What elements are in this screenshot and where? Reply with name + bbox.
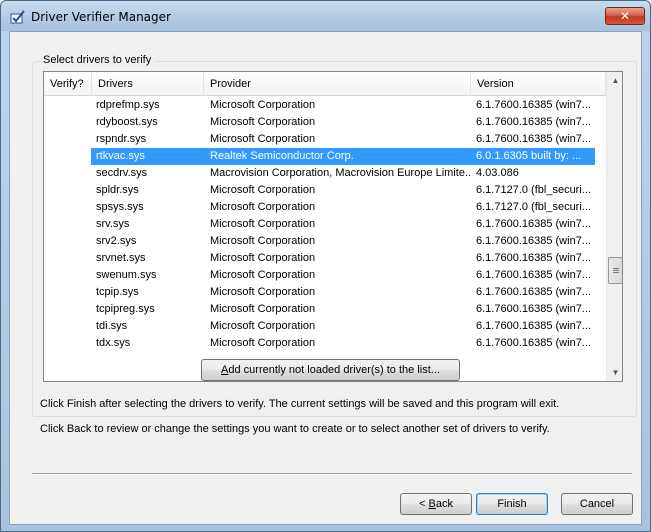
- driver-provider: Microsoft Corporation: [210, 235, 316, 247]
- driver-version: 6.1.7600.16385 (win7...: [476, 252, 591, 264]
- close-button[interactable]: ✕: [605, 7, 645, 25]
- dialog-body: Select drivers to verify Verify? Drivers…: [9, 31, 642, 525]
- table-row[interactable]: spsys.sys Microsoft Corporation 6.1.7127.0…: [44, 199, 606, 216]
- driver-provider: Macrovision Corporation, Macrovision Eur…: [210, 167, 470, 179]
- driver-version: 6.1.7600.16385 (win7...: [476, 303, 591, 315]
- driver-verifier-window: Driver Verifier Manager ✕ Select drivers…: [0, 0, 651, 532]
- driver-version: 6.1.7600.16385 (win7...: [476, 99, 591, 111]
- driver-version: 6.1.7600.16385 (win7...: [476, 116, 591, 128]
- driver-provider: Microsoft Corporation: [210, 99, 316, 111]
- driver-version: 6.1.7127.0 (fbl_securi...: [476, 201, 591, 213]
- driver-version: 6.1.7127.0 (fbl_securi...: [476, 184, 591, 196]
- back-instruction: Click Back to review or change the setti…: [40, 423, 550, 435]
- driver-version: 6.1.7600.16385 (win7...: [476, 286, 591, 298]
- table-row[interactable]: srv2.sys Microsoft Corporation 6.1.7600.16…: [44, 233, 606, 250]
- back-accelerator: B: [428, 498, 436, 510]
- driver-provider: Microsoft Corporation: [210, 184, 316, 196]
- table-row[interactable]: rdprefmp.sys Microsoft Corporation 6.1.760…: [44, 97, 606, 114]
- table-row[interactable]: srv.sys Microsoft Corporation 6.1.7600.163…: [44, 216, 606, 233]
- back-label: ack: [435, 498, 453, 510]
- add-button-label: dd currently not loaded driver(s) to the…: [228, 364, 440, 376]
- column-header-verify[interactable]: Verify?: [44, 72, 92, 96]
- table-row[interactable]: rspndr.sys Microsoft Corporation 6.1.7600.…: [44, 131, 606, 148]
- table-row[interactable]: spldr.sys Microsoft Corporation 6.1.7127.0…: [44, 182, 606, 199]
- column-header-drivers[interactable]: Drivers: [92, 72, 204, 96]
- driver-provider: Microsoft Corporation: [210, 116, 316, 128]
- driver-version: 4.03.086: [476, 167, 519, 179]
- driver-provider: Microsoft Corporation: [210, 201, 316, 213]
- table-row[interactable]: ✓rtkvac.sysRealtek Semiconductor Corp.6.…: [44, 148, 606, 165]
- table-row[interactable]: tcpip.sys Microsoft Corporation 6.1.7600.1…: [44, 284, 606, 301]
- vertical-scrollbar[interactable]: ▲ ▼: [606, 72, 622, 381]
- driver-provider: Microsoft Corporation: [210, 320, 316, 332]
- window-title: Driver Verifier Manager: [31, 10, 171, 24]
- arrow-up-icon[interactable]: ▲: [607, 72, 622, 89]
- driver-verifier-check-icon: [10, 10, 25, 24]
- driver-version: 6.1.7600.16385 (win7...: [476, 133, 591, 145]
- table-row[interactable]: rdyboost.sys Microsoft Corporation 6.1.760…: [44, 114, 606, 131]
- table-row[interactable]: srvnet.sys Microsoft Corporation 6.1.7600.…: [44, 250, 606, 267]
- table-row[interactable]: tdi.sys Microsoft Corporation 6.1.7600.163…: [44, 318, 606, 335]
- list-header: Verify? Drivers Provider Version: [44, 72, 606, 96]
- driver-version: 6.0.1.6305 built by: ...: [476, 150, 582, 162]
- back-button[interactable]: < Back: [400, 493, 472, 515]
- driver-provider: Microsoft Corporation: [210, 252, 316, 264]
- driver-provider: Realtek Semiconductor Corp.: [210, 150, 354, 162]
- add-not-loaded-drivers-button[interactable]: Add currently not loaded driver(s) to th…: [201, 359, 460, 381]
- finish-button[interactable]: Finish: [476, 493, 548, 515]
- driver-version: 6.1.7600.16385 (win7...: [476, 320, 591, 332]
- driver-provider: Microsoft Corporation: [210, 286, 316, 298]
- driver-provider: Microsoft Corporation: [210, 218, 316, 230]
- scroll-thumb[interactable]: [608, 257, 622, 284]
- driver-provider: Microsoft Corporation: [210, 337, 316, 349]
- arrow-down-icon[interactable]: ▼: [607, 364, 622, 381]
- table-row[interactable]: swenum.sys Microsoft Corporation 6.1.7600.…: [44, 267, 606, 284]
- finish-instruction: Click Finish after selecting the drivers…: [40, 398, 560, 410]
- cancel-button[interactable]: Cancel: [561, 493, 633, 515]
- driver-provider: Microsoft Corporation: [210, 133, 316, 145]
- column-header-provider[interactable]: Provider: [204, 72, 471, 96]
- table-row[interactable]: secdrv.sys Macrovision Corporation, Macro…: [44, 165, 606, 182]
- driver-provider: Microsoft Corporation: [210, 303, 316, 315]
- driver-list[interactable]: Verify? Drivers Provider Version rdprefm…: [43, 71, 623, 382]
- title-bar[interactable]: Driver Verifier Manager ✕: [1, 1, 650, 31]
- table-row[interactable]: tdx.sys Microsoft Corporation 6.1.7600.163…: [44, 335, 606, 352]
- driver-version: 6.1.7600.16385 (win7...: [476, 218, 591, 230]
- footer-separator: [32, 473, 632, 475]
- column-header-version[interactable]: Version: [471, 72, 606, 96]
- driver-version: 6.1.7600.16385 (win7...: [476, 269, 591, 281]
- table-row[interactable]: tcpipreg.sys Microsoft Corporation 6.1.760…: [44, 301, 606, 318]
- driver-version: 6.1.7600.16385 (win7...: [476, 337, 591, 349]
- group-label: Select drivers to verify: [40, 54, 155, 66]
- back-prefix: <: [419, 498, 429, 510]
- driver-provider: Microsoft Corporation: [210, 269, 316, 281]
- driver-version: 6.1.7600.16385 (win7...: [476, 235, 591, 247]
